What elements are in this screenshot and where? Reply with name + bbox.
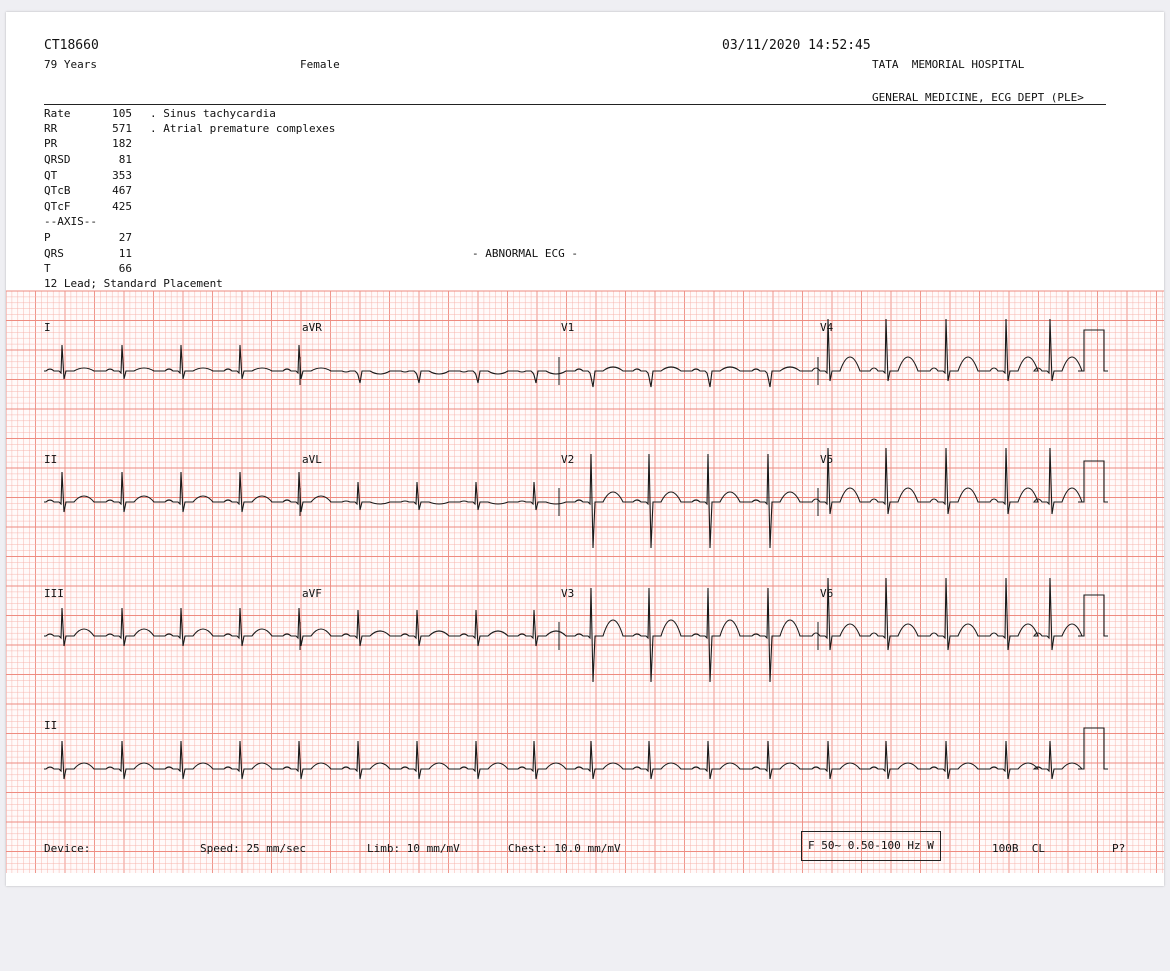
lead-setup: 12 Lead; Standard Placement [44, 277, 223, 290]
lead-label: aVR [302, 321, 322, 334]
lead-label: aVF [302, 587, 322, 600]
lead-label: II [44, 453, 58, 466]
measurement-label: QRSD [44, 153, 71, 166]
footer-device: Device: [44, 842, 91, 855]
footer-speed: Speed: 25 mm/sec [200, 842, 306, 855]
footer-limb-gain: Limb: 10 mm/mV [367, 842, 460, 855]
footer-filter-box: F 50~ 0.50-100 Hz W [801, 831, 941, 861]
measurement-value: 353 [112, 169, 132, 182]
measurement-value: 425 [112, 200, 132, 213]
lead-label: V1 [561, 321, 575, 334]
lead-label: III [44, 587, 64, 600]
ecg-report-sheet: CT18660 79 Years Female 03/11/2020 14:52… [6, 12, 1164, 886]
interpretation-line: . Atrial premature complexes [150, 122, 336, 135]
footer-page: P? [1112, 842, 1126, 855]
lead-label: I [44, 321, 51, 334]
patient-sex: Female [300, 58, 340, 71]
lead-label: V6 [820, 587, 834, 600]
grid-background [6, 291, 1164, 873]
measurement-value: 81 [118, 153, 132, 166]
axis-value: 11 [118, 247, 132, 260]
axis-label: T [44, 262, 51, 275]
rhythm-lead-label: II [44, 719, 58, 732]
measurement-value: 467 [112, 184, 132, 197]
patient-age: 79 Years [44, 58, 97, 71]
institution-name: TATA MEMORIAL HOSPITAL [872, 58, 1025, 71]
measurement-label: QT [44, 169, 58, 182]
lead-label: V2 [561, 453, 575, 466]
axis-header: --AXIS-- [44, 215, 97, 228]
measurement-label: QTcF [44, 200, 71, 213]
measurement-label: PR [44, 137, 58, 150]
interpretation-line: . Sinus tachycardia [150, 107, 276, 120]
axis-label: QRS [44, 247, 64, 260]
lead-label: V3 [561, 587, 575, 600]
ecg-chart [6, 290, 1164, 873]
department-name: GENERAL MEDICINE, ECG DEPT (PLE> [872, 91, 1084, 104]
axis-label: P [44, 231, 51, 244]
footer-device-model: 100B CL [992, 842, 1045, 855]
lead-label: V4 [820, 321, 834, 334]
measurement-label: RR [44, 122, 58, 135]
axis-value: 27 [118, 231, 132, 244]
measurement-value: 571 [112, 122, 132, 135]
patient-id: CT18660 [44, 38, 99, 53]
footer-chest-gain: Chest: 10.0 mm/mV [508, 842, 621, 855]
ecg-grid [6, 290, 1164, 873]
measurement-label: QTcB [44, 184, 71, 197]
header-divider [44, 104, 1106, 105]
axis-value: 66 [118, 262, 132, 275]
recording-datetime: 03/11/2020 14:52:45 [722, 38, 871, 53]
measurement-value: 182 [112, 137, 132, 150]
lead-label: V5 [820, 453, 834, 466]
measurement-value: 105 [112, 107, 132, 120]
measurement-label: Rate [44, 107, 71, 120]
ecg-summary: - ABNORMAL ECG - [472, 247, 578, 260]
lead-label: aVL [302, 453, 322, 466]
